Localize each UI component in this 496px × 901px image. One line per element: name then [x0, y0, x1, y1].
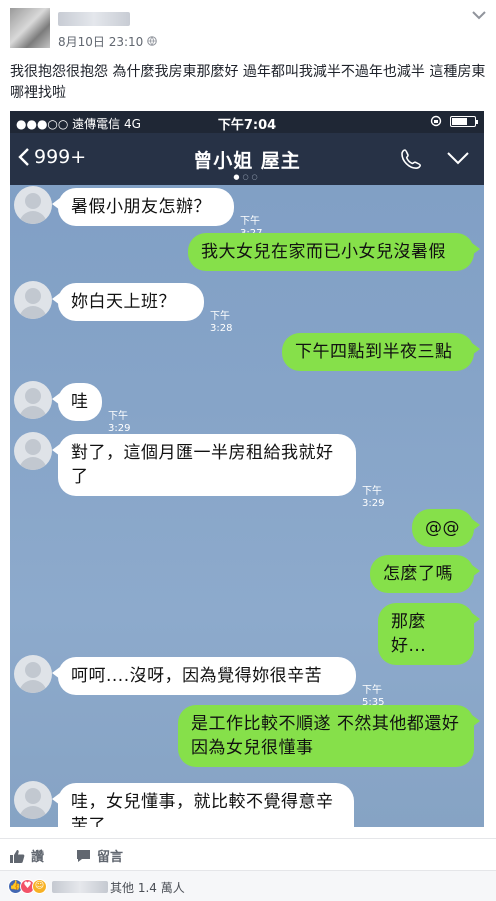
phone-icon[interactable]	[400, 148, 422, 174]
reaction-count: 其他 1.4 萬人	[110, 881, 185, 895]
friend-avatar[interactable]	[14, 432, 52, 470]
reactions-summary[interactable]: 👍 ♥ ☺ 其他 1.4 萬人	[0, 870, 496, 901]
outgoing-message-bubble[interactable]: @@	[412, 509, 480, 547]
like-button[interactable]: 讚	[10, 846, 44, 865]
message-time: 下午3:28	[210, 311, 233, 334]
phone-status-bar: ●●●○○ 遠傳電信 4G 下午7:04	[10, 111, 484, 133]
incoming-message-bubble[interactable]: 妳白天上班？	[52, 283, 204, 321]
post-date[interactable]: 8月10日 23:10	[58, 35, 143, 49]
friend-avatar[interactable]	[14, 655, 52, 693]
page-dots: ●○○	[233, 173, 261, 181]
chevron-down-icon[interactable]	[472, 10, 486, 20]
globe-icon	[147, 35, 157, 49]
outgoing-message-bubble[interactable]: 下午四點到半夜三點	[282, 333, 480, 371]
friend-avatar[interactable]	[14, 781, 52, 819]
lock-rotation-icon	[430, 115, 442, 127]
friend-avatar[interactable]	[14, 281, 52, 319]
reactor-names-blurred	[52, 881, 108, 893]
outgoing-message-bubble[interactable]: 是工作比較不順遂 不然其他都還好因為女兒很懂事	[178, 705, 480, 767]
post-header: 8月10日 23:10	[0, 0, 496, 56]
message-time: 下午3:29	[108, 411, 131, 434]
comment-button[interactable]: 留言	[76, 846, 123, 865]
like-label: 讚	[31, 850, 45, 865]
battery-icon	[450, 115, 478, 127]
friend-avatar[interactable]	[14, 381, 52, 419]
comment-label: 留言	[97, 850, 124, 865]
chat-header: 999+ 曾小姐 屋主 ●○○	[10, 133, 484, 185]
incoming-message-bubble[interactable]: 暑假小朋友怎辦？	[52, 188, 234, 226]
poster-avatar[interactable]	[10, 8, 50, 48]
outgoing-message-bubble[interactable]: 那麼好...	[378, 603, 480, 665]
haha-reaction-icon: ☺	[32, 879, 47, 894]
post-text: 我很抱怨很抱怨 為什麼我房東那麼好 過年都叫我減半不過年也減半 這種房東哪裡找啦	[10, 64, 486, 101]
message-time: 下午3:29	[362, 486, 385, 509]
like-icon	[10, 849, 25, 863]
friend-avatar[interactable]	[14, 186, 52, 224]
incoming-message-bubble[interactable]: 哇	[52, 383, 102, 421]
chat-screenshot[interactable]: ●●●○○ 遠傳電信 4G 下午7:04 999+ 曾小姐 屋主 ●○○ 暑假小…	[10, 111, 484, 827]
outgoing-message-bubble[interactable]: 我大女兒在家而已小女兒沒暑假	[188, 233, 480, 271]
poster-name-blurred[interactable]	[58, 12, 130, 26]
chevron-down-icon[interactable]	[446, 150, 470, 169]
outgoing-message-bubble[interactable]: 怎麼了嗎	[370, 555, 480, 593]
post-timestamp[interactable]: 8月10日 23:10	[58, 33, 157, 50]
incoming-message-bubble[interactable]: 呵呵....沒呀，因為覺得妳很辛苦	[52, 657, 356, 695]
post-action-bar: 讚 留言	[0, 838, 496, 868]
reaction-icons: 👍 ♥ ☺	[8, 879, 47, 894]
status-time: 下午7:04	[217, 118, 277, 133]
comment-icon	[77, 849, 90, 862]
incoming-message-bubble[interactable]: 對了，這個月匯一半房租給我就好了	[52, 434, 356, 496]
incoming-message-bubble[interactable]: 哇，女兒懂事，就比較不覺得意辛苦了	[52, 783, 354, 827]
